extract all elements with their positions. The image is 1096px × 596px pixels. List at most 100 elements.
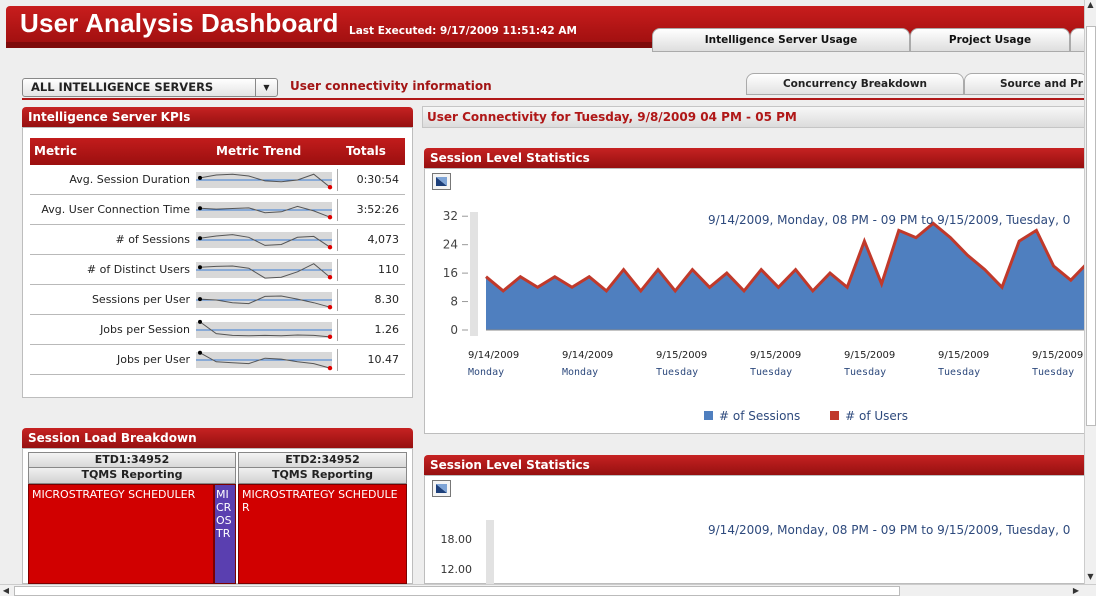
connectivity-title: User Connectivity for Tuesday, 9/8/2009 …: [422, 106, 1088, 128]
y-tick-label: 24: [443, 238, 458, 252]
kpi-sparkline: [196, 349, 338, 371]
server-select[interactable]: ALL INTELLIGENCE SERVERS ▼: [22, 78, 278, 97]
tab-intelligence-server-usage[interactable]: Intelligence Server Usage: [652, 28, 910, 52]
sparkline-start: [198, 175, 202, 180]
x-tick-day: Tuesday: [844, 367, 886, 378]
session-area-chart: 0 8 16 24 32 9/14/2009 Monday 9/14/2009 Monday 9/…: [443, 209, 1088, 378]
kpi-table-header: Metric Metric Trend Totals: [30, 138, 405, 165]
y-axis-band: [470, 212, 478, 336]
section-divider: [22, 98, 1088, 100]
kpi-total: 1.26: [374, 323, 400, 336]
sparkline-start: [198, 350, 202, 355]
chart2-tooltip: 9/14/2009, Monday, 08 PM - 09 PM to 9/15…: [708, 523, 1071, 537]
sparkline-end: [327, 334, 333, 340]
kpi-sparkline: [196, 169, 338, 191]
tab-source-and-pr[interactable]: Source and Pr: [964, 73, 1088, 95]
legend-sessions: # of Sessions: [719, 409, 801, 423]
y-tick: 18.00: [440, 533, 473, 546]
sparkline-end: [327, 275, 333, 280]
kpi-rows: Avg. Session Duration 0:30:54 Avg. User Co…: [30, 165, 405, 375]
server-name: ETD1:34952: [28, 452, 236, 468]
kpi-metric-name: Jobs per User: [116, 353, 190, 366]
scroll-left-icon[interactable]: ◀: [0, 585, 12, 596]
kpi-total: 8.30: [374, 293, 400, 306]
sparkline-start: [198, 297, 202, 302]
app-header: User Analysis Dashboard Last Executed: 9…: [6, 6, 1090, 52]
load-tile[interactable]: MICROSTRATEGY SCHEDULER: [238, 484, 407, 584]
sparkline-end: [327, 185, 333, 190]
x-tick-day: Tuesday: [750, 367, 792, 378]
y-tick-label: 16: [443, 266, 458, 280]
kpi-sparkline: [196, 199, 338, 221]
chart2-title: Session Level Statistics: [424, 455, 1088, 475]
load-panel-title: Session Load Breakdown: [22, 428, 413, 448]
legend-swatch-sessions: [704, 411, 713, 420]
kpi-panel-title: Intelligence Server KPIs: [22, 107, 413, 127]
x-tick-date: 9/14/2009: [468, 350, 519, 361]
y-tick: 12.00: [440, 563, 473, 576]
kpi-sparkline: [196, 319, 338, 341]
scroll-thumb[interactable]: [1086, 26, 1096, 426]
x-tick-date: 9/15/2009: [656, 350, 707, 361]
chart2-axis-band: [486, 520, 494, 584]
scroll-down-icon[interactable]: ▼: [1085, 572, 1096, 584]
chart-toolbar-icon[interactable]: [432, 480, 451, 497]
sparkline-end: [327, 305, 333, 310]
kpi-metric-name: Avg. User Connection Time: [41, 203, 190, 216]
server-select-value: ALL INTELLIGENCE SERVERS: [31, 80, 214, 94]
resize-icon: [436, 484, 447, 493]
x-tick-date: 9/15/2009: [844, 350, 895, 361]
horizontal-scrollbar[interactable]: ◀ ▶: [0, 584, 1096, 596]
chevron-down-icon[interactable]: ▼: [255, 79, 277, 96]
kpi-row: # of Sessions 4,073: [30, 225, 405, 255]
kpi-row: Avg. Session Duration 0:30:54: [30, 165, 405, 195]
tab-concurrency-breakdown[interactable]: Concurrency Breakdown: [746, 73, 964, 95]
x-tick-day: Tuesday: [938, 367, 980, 378]
kpi-total: 110: [378, 263, 399, 276]
kpi-row: Avg. User Connection Time 3:52:26: [30, 195, 405, 225]
server-col-etd1: ETD1:34952 TQMS Reporting MICROSTRATEGY …: [28, 452, 236, 584]
kpi-row: # of Distinct Users 110: [30, 255, 405, 285]
x-tick-day: Tuesday: [656, 367, 698, 378]
x-tick-date: 9/14/2009: [562, 350, 613, 361]
col-metric-trend: Metric Trend: [216, 144, 302, 158]
legend-swatch-users: [830, 411, 840, 420]
sparkline-start: [198, 206, 202, 211]
server-col-etd2: ETD2:34952 TQMS Reporting MICROSTRATEGY …: [238, 452, 407, 584]
y-tick-label: 32: [443, 209, 458, 223]
scroll-up-icon[interactable]: ▲: [1085, 0, 1096, 12]
sparkline-end: [327, 215, 333, 220]
sparkline-end: [327, 365, 333, 371]
kpi-row: Sessions per User 8.30: [30, 285, 405, 315]
scroll-right-icon[interactable]: ▶: [1070, 585, 1082, 596]
col-totals: Totals: [346, 144, 386, 158]
kpi-sparkline: [196, 259, 338, 281]
kpi-metric-name: Avg. Session Duration: [69, 173, 190, 186]
x-tick-day: Monday: [468, 367, 504, 378]
page-title: User Analysis Dashboard: [20, 8, 339, 38]
connectivity-label: User connectivity information: [290, 79, 492, 93]
x-tick-day: Monday: [562, 367, 598, 378]
x-tick-date: 9/15/2009: [938, 350, 989, 361]
tab-project-usage[interactable]: Project Usage: [910, 28, 1070, 52]
load-tile[interactable]: MICROSTRATEGY SCHEDULER: [28, 484, 214, 584]
x-tick-day: Tuesday: [1032, 367, 1074, 378]
last-executed-label: Last Executed: 9/17/2009 11:51:42 AM: [349, 25, 577, 37]
kpi-row: Jobs per User 10.47: [30, 345, 405, 375]
load-tile[interactable]: MICROSTR: [214, 484, 236, 584]
sparkline-start: [198, 319, 202, 324]
kpi-table: Metric Metric Trend Totals Avg. Session …: [30, 138, 405, 375]
x-tick-date: 9/15/2009: [1032, 350, 1083, 361]
project-name: TQMS Reporting: [28, 468, 236, 484]
kpi-total: 10.47: [367, 353, 400, 366]
kpi-total: 3:52:26: [356, 203, 399, 216]
vertical-scrollbar[interactable]: ▲ ▼: [1084, 0, 1096, 584]
scroll-thumb[interactable]: [14, 586, 900, 596]
kpi-total: 0:30:54: [356, 173, 399, 186]
kpi-row: Jobs per Session 1.26: [30, 315, 405, 345]
y-tick-label: 0: [450, 323, 458, 337]
kpi-metric-name: # of Sessions: [115, 233, 190, 246]
chart1-legend: # of Sessions # of Users: [704, 409, 908, 423]
kpi-metric-name: # of Distinct Users: [86, 263, 190, 276]
x-tick-date: 9/15/2009: [750, 350, 801, 361]
